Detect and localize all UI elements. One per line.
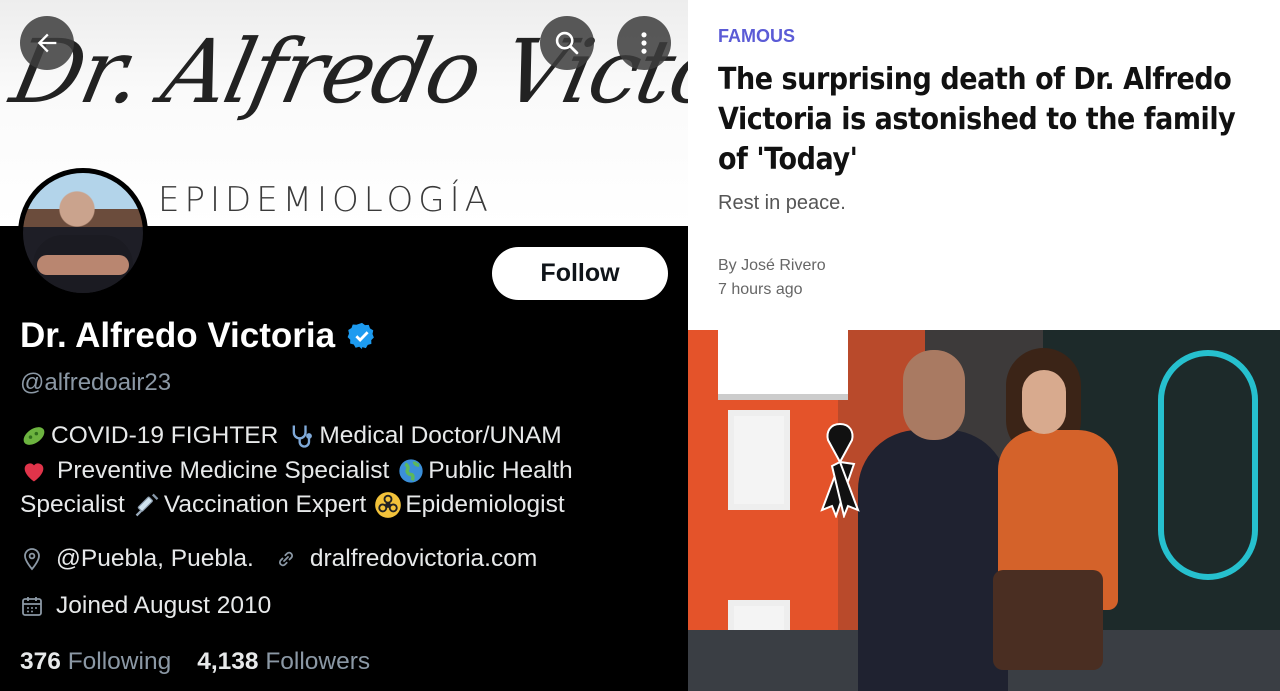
banner-subtitle: EPIDEMIOLOGÍA (158, 180, 493, 220)
calendar-icon (20, 594, 44, 618)
profile-meta-location: @Puebla, Puebla. dralfredovictoria.com (20, 545, 537, 573)
article-timestamp: 7 hours ago (718, 281, 803, 298)
article-panel: FAMOUS The surprising death of Dr. Alfre… (688, 0, 1280, 691)
profile-stats: 376 Following 4,138 Followers (20, 648, 370, 676)
bio-text: Public Health (428, 456, 573, 484)
following-count: 376 (20, 648, 61, 675)
bio-text: Medical Doctor/UNAM (319, 422, 562, 449)
more-options-button[interactable] (617, 16, 671, 70)
globe-icon (399, 459, 423, 483)
location-pin-icon (20, 547, 44, 571)
website-link[interactable]: dralfredovictoria.com (310, 545, 537, 573)
article-photo[interactable] (688, 330, 1280, 691)
bio-text: Vaccination Expert (163, 491, 367, 518)
joined-text: Joined August 2010 (56, 592, 272, 619)
article-byline: By José Rivero (718, 257, 826, 274)
website-link-wrap: dralfredovictoria.com (274, 545, 537, 573)
arrow-left-icon (37, 33, 57, 53)
handle: @alfredoair23 (20, 369, 172, 396)
microbe-icon (23, 427, 45, 446)
bio-text: Specialist (20, 491, 125, 518)
bio-text: Epidemiologist (405, 491, 565, 518)
display-name: Dr. Alfredo Victoria (20, 316, 336, 355)
following-stat[interactable]: 376 Following (20, 648, 171, 676)
avatar[interactable] (18, 168, 148, 298)
search-icon (555, 31, 579, 55)
following-label: Following (67, 648, 172, 675)
name-row: Dr. Alfredo Victoria (20, 316, 377, 356)
search-button[interactable] (540, 16, 594, 70)
followers-stat[interactable]: 4,138 Followers (197, 648, 370, 676)
article-category[interactable]: FAMOUS (718, 26, 795, 47)
article-headline[interactable]: The surprising death of Dr. Alfredo Vict… (718, 60, 1258, 180)
bio-text: COVID-19 FIGHTER (51, 422, 279, 449)
profile-meta-joined: Joined August 2010 (20, 592, 271, 620)
back-button[interactable] (20, 16, 74, 70)
bio-text: Preventive Medicine Specialist (57, 456, 390, 484)
mourning-ribbon-icon (820, 422, 860, 518)
red-heart-icon (24, 463, 44, 482)
bio: COVID-19 FIGHTER Medical Doctor/UNAM Pre… (20, 419, 670, 523)
biohazard-icon (375, 492, 402, 519)
follow-button[interactable]: Follow (492, 247, 668, 300)
verified-badge-icon[interactable] (347, 321, 377, 351)
profile-panel: Dr. Alfredo Victoria EPIDEMIOLOGÍA Follo… (0, 0, 688, 691)
more-vertical-icon (641, 32, 647, 54)
location-text: @Puebla, Puebla. (56, 545, 254, 572)
stethoscope-icon (293, 425, 313, 448)
syringe-icon (135, 493, 159, 517)
avatar-photo (23, 173, 143, 293)
followers-label: Followers (265, 648, 371, 675)
article-subhead: Rest in peace. (718, 192, 846, 214)
followers-count: 4,138 (197, 648, 259, 675)
link-icon (274, 547, 298, 571)
